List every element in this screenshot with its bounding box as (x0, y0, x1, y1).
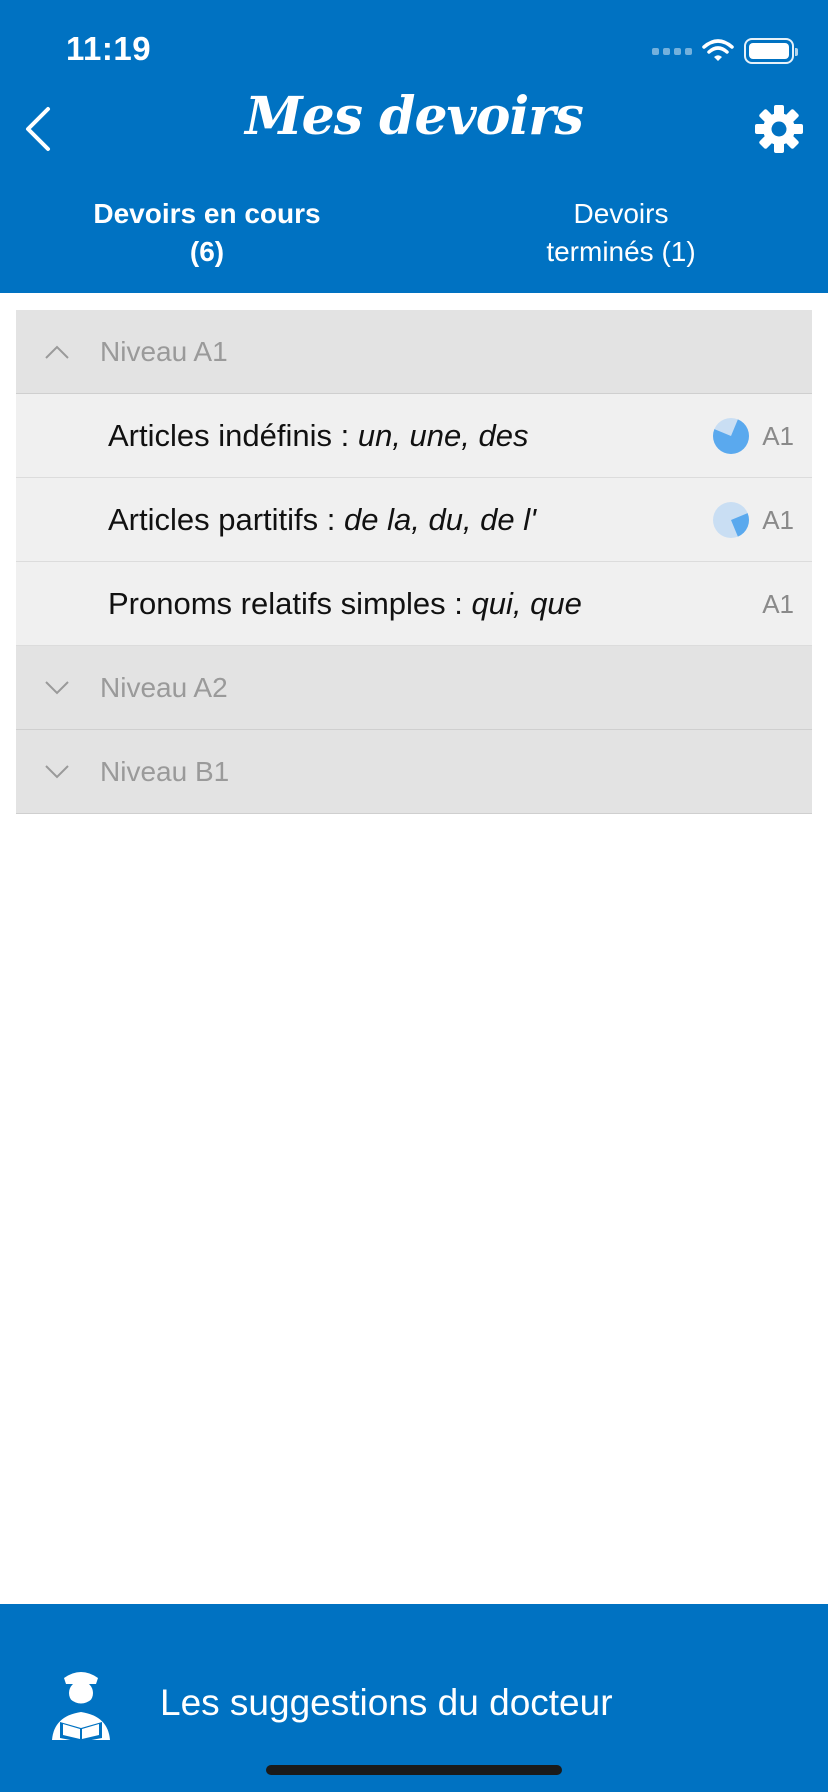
chevron-up-icon (32, 310, 82, 394)
tab-devoirs-en-cours[interactable]: Devoirs en cours (6) (0, 195, 414, 293)
level-badge: A1 (762, 420, 794, 451)
level-badge: A1 (762, 588, 794, 619)
level-badge: A1 (762, 504, 794, 535)
group-label: Niveau B1 (100, 755, 230, 787)
battery-icon (744, 38, 798, 64)
tab-label-line2: terminés (1) (546, 236, 696, 267)
tab-label-line2: (6) (189, 236, 225, 267)
home-indicator (266, 1765, 562, 1775)
item-title: Articles indéfinis : un, une, des (108, 417, 529, 453)
group-label: Niveau A1 (100, 335, 228, 367)
tab-label-line1: Devoirs en cours (93, 198, 321, 229)
group-header-niveau-b1[interactable]: Niveau B1 (16, 730, 812, 814)
item-title: Articles partitifs : de la, du, de l' (108, 501, 537, 537)
group-label: Niveau A2 (100, 671, 228, 703)
doctor-suggestions-button[interactable]: Les suggestions du docteur (0, 1604, 828, 1792)
chevron-down-icon (32, 730, 82, 814)
list-item[interactable]: Articles indéfinis : un, une, des A1 (16, 394, 812, 478)
app-header: 11:19 Mes devoirs Devoirs en cours (6) D… (0, 0, 828, 293)
tab-bar: Devoirs en cours (6) Devoirs terminés (1… (0, 195, 828, 293)
doctor-reading-icon (52, 1672, 110, 1742)
settings-button[interactable] (752, 102, 806, 156)
list-item[interactable]: Articles partitifs : de la, du, de l' A1 (16, 478, 812, 562)
list-item[interactable]: Pronoms relatifs simples : qui, que A1 (16, 562, 812, 646)
status-indicators (652, 36, 798, 66)
page-title: Mes devoirs (245, 86, 584, 147)
item-title: Pronoms relatifs simples : qui, que (108, 585, 582, 621)
tab-label-line1: Devoirs (573, 198, 669, 229)
group-header-niveau-a1[interactable]: Niveau A1 (16, 310, 812, 394)
cellular-signal-icon (652, 47, 692, 55)
gear-icon (755, 105, 803, 153)
progress-pie-icon (713, 418, 750, 454)
wifi-icon (702, 39, 734, 61)
bottom-bar-label: Les suggestions du docteur (160, 1682, 613, 1723)
status-time: 11:19 (66, 30, 152, 67)
homework-list: Niveau A1 Articles indéfinis : un, une, … (16, 310, 812, 814)
tab-devoirs-termines[interactable]: Devoirs terminés (1) (414, 195, 828, 293)
progress-pie-icon (713, 502, 750, 538)
chevron-down-icon (32, 646, 82, 730)
group-header-niveau-a2[interactable]: Niveau A2 (16, 646, 812, 730)
